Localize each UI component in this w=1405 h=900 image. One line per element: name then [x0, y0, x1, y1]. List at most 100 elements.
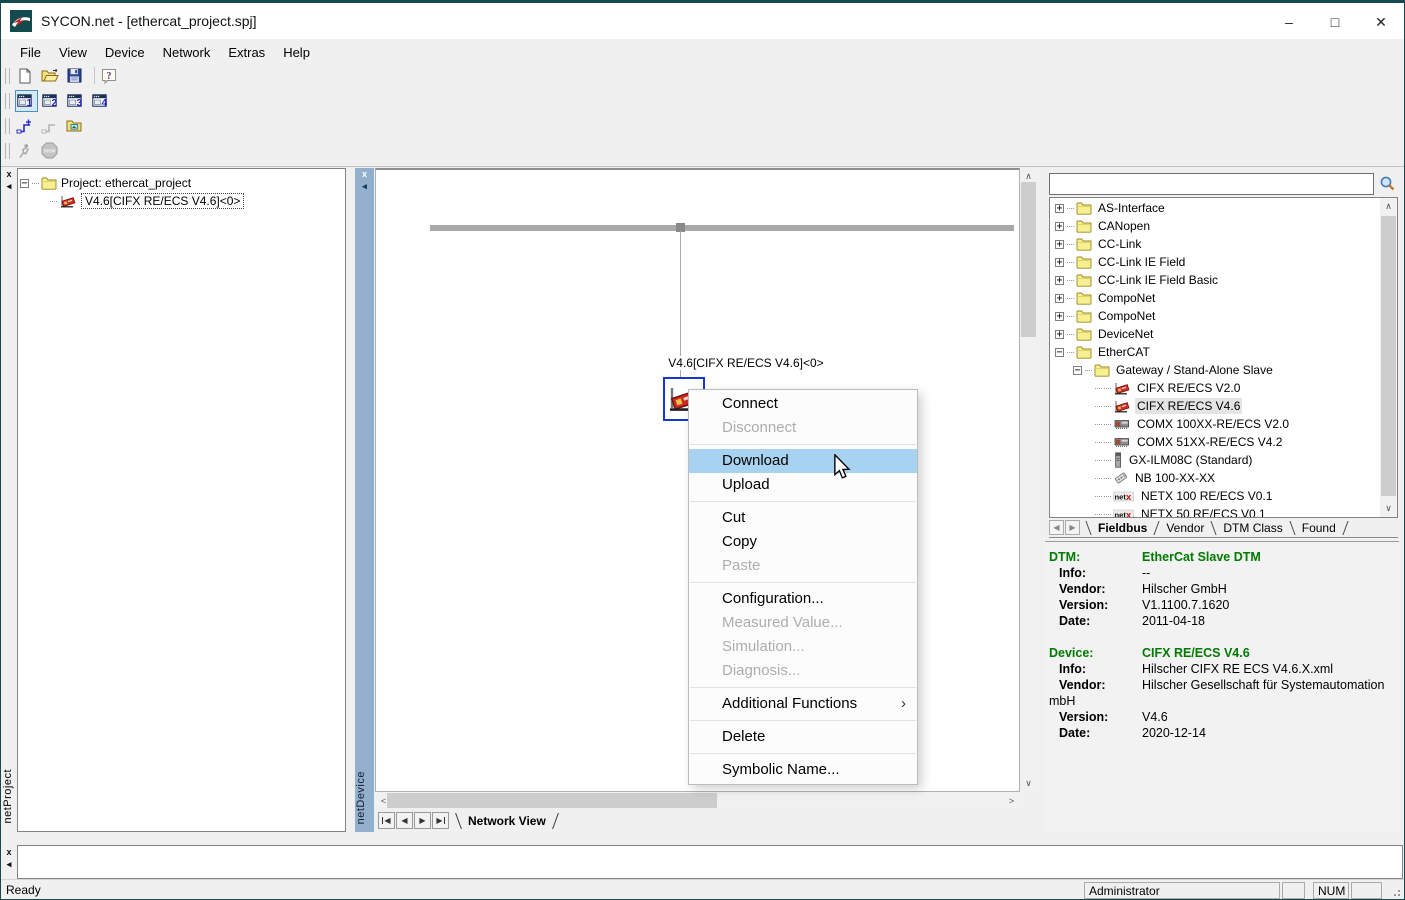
catalog-item-componet[interactable]: +CompoNet: [1050, 307, 1380, 325]
context-menu-download[interactable]: Download: [689, 449, 917, 473]
catalog-scroll-thumb[interactable]: [1381, 216, 1396, 496]
context-menu-additional-functions[interactable]: Additional Functions›: [689, 692, 917, 716]
expand-icon[interactable]: +: [1055, 204, 1064, 213]
catalog-item-devicenet[interactable]: +DeviceNet: [1050, 325, 1380, 343]
comx-module-icon: [1113, 436, 1131, 448]
tab-scroll-right-icon[interactable]: ▶: [1065, 520, 1080, 535]
minimize-button[interactable]: –: [1266, 3, 1312, 41]
catalog-item-comx-100xx-re-ecs-v2-0[interactable]: COMX 100XX-RE/ECS V2.0: [1050, 415, 1380, 433]
stop-debug-button[interactable]: STOP: [40, 140, 63, 162]
new-document-button[interactable]: [15, 65, 38, 87]
info-value: --: [1142, 566, 1150, 580]
catalog-item-netx-50-re-ecs-v0-1[interactable]: netxNETX 50 RE/ECS V0.1: [1050, 505, 1380, 518]
expand-icon[interactable]: +: [1055, 222, 1064, 231]
open-project-button[interactable]: [40, 65, 63, 87]
catalog-item-gateway-stand-alone-slave[interactable]: −Gateway / Stand-Alone Slave: [1050, 361, 1380, 379]
catalog-search-input[interactable]: [1049, 173, 1374, 195]
tab-fieldbus[interactable]: Fieldbus: [1096, 521, 1149, 535]
tree-guide: [1095, 388, 1102, 389]
window-layout-4-button[interactable]: 4: [90, 90, 113, 112]
catalog-item-cc-link-ie-field[interactable]: +CC-Link IE Field: [1050, 253, 1380, 271]
catalog-item-componet[interactable]: +CompoNet: [1050, 289, 1380, 307]
scroll-up-icon[interactable]: ∧: [1380, 198, 1397, 215]
context-menu-symbolic-name-[interactable]: Symbolic Name...: [689, 758, 917, 782]
context-menu-delete[interactable]: Delete: [689, 725, 917, 749]
vscroll-thumb[interactable]: [1021, 182, 1036, 337]
canvas-vscrollbar[interactable]: ∧ ∨: [1020, 168, 1037, 792]
remove-bus-button[interactable]: [40, 115, 63, 137]
catalog-item-label: COMX 51XX-RE/ECS V4.2: [1135, 434, 1284, 450]
output-collapse-icon[interactable]: ◂: [2, 858, 16, 870]
insert-bus-button[interactable]: [15, 115, 38, 137]
catalog-scrollbar[interactable]: ∧ ∨: [1380, 198, 1397, 517]
maximize-button[interactable]: □: [1312, 3, 1358, 41]
netdevice-collapse-icon[interactable]: ◂: [355, 180, 374, 192]
catalog-item-canopen[interactable]: +CANopen: [1050, 217, 1380, 235]
collapse-icon[interactable]: −: [1073, 366, 1082, 375]
catalog-item-nb-100-xx-xx[interactable]: NB 100-XX-XX: [1050, 469, 1380, 487]
catalog-item-as-interface[interactable]: +AS-Interface: [1050, 199, 1380, 217]
catalog-item-comx-51xx-re-ecs-v4-2[interactable]: COMX 51XX-RE/ECS V4.2: [1050, 433, 1380, 451]
tab-found[interactable]: Found: [1300, 521, 1338, 535]
tab-network-view[interactable]: Network View: [468, 814, 546, 828]
tab-vendor[interactable]: Vendor: [1164, 521, 1206, 535]
window-layout-3-button[interactable]: 3: [65, 90, 88, 112]
menu-device[interactable]: Device: [96, 43, 154, 62]
close-button[interactable]: ✕: [1358, 3, 1404, 41]
catalog-item-cifx-re-ecs-v2-0[interactable]: CIFX RE/ECS V2.0: [1050, 379, 1380, 397]
menu-view[interactable]: View: [50, 43, 96, 62]
hscroll-thumb[interactable]: [387, 793, 717, 808]
project-device-row[interactable]: V4.6[CIFX RE/ECS V4.6]<0>: [20, 192, 343, 210]
catalog-item-cc-link-ie-field-basic[interactable]: +CC-Link IE Field Basic: [1050, 271, 1380, 289]
output-close-icon[interactable]: x: [2, 846, 16, 858]
menu-file[interactable]: File: [11, 43, 50, 62]
scroll-down-icon[interactable]: ∨: [1380, 500, 1397, 517]
menu-extras[interactable]: Extras: [219, 43, 274, 62]
tab-dtm-class[interactable]: DTM Class: [1221, 521, 1284, 535]
next-view-button[interactable]: ▶: [414, 812, 431, 829]
save-project-button[interactable]: [65, 65, 88, 87]
catalog-item-cc-link[interactable]: +CC-Link: [1050, 235, 1380, 253]
project-root-row[interactable]: − Project: ethercat_project: [20, 174, 343, 192]
prev-view-button[interactable]: ◀: [396, 812, 413, 829]
help-button[interactable]: ?: [99, 65, 122, 87]
netdevice-close-icon[interactable]: x: [355, 168, 374, 180]
last-view-button[interactable]: ▶: [432, 812, 449, 829]
netproject-collapse-icon[interactable]: ◂: [2, 180, 16, 192]
device-catalog-button[interactable]: [65, 115, 88, 137]
context-menu-connect[interactable]: Connect: [689, 392, 917, 416]
device-context-menu: ConnectDisconnectDownloadUploadCutCopyPa…: [688, 389, 918, 785]
netproject-close-icon[interactable]: x: [2, 168, 16, 180]
catalog-item-ethercat[interactable]: −EtherCAT: [1050, 343, 1380, 361]
resize-grip[interactable]: [1390, 886, 1400, 896]
context-menu-copy[interactable]: Copy: [689, 530, 917, 554]
scroll-down-icon[interactable]: ∨: [1020, 775, 1037, 792]
search-icon[interactable]: [1376, 173, 1398, 195]
catalog-item-netx-100-re-ecs-v0-1[interactable]: netxNETX 100 RE/ECS V0.1: [1050, 487, 1380, 505]
tree-guide: [1104, 514, 1111, 515]
context-menu-upload[interactable]: Upload: [689, 473, 917, 497]
canvas-hscrollbar[interactable]: < >: [375, 792, 1020, 809]
tab-scroll-left-icon[interactable]: ◀: [1049, 520, 1064, 535]
catalog-item-cifx-re-ecs-v4-6[interactable]: CIFX RE/ECS V4.6: [1050, 397, 1380, 415]
start-debug-button[interactable]: [15, 140, 38, 162]
expand-icon[interactable]: +: [1055, 276, 1064, 285]
expand-icon[interactable]: +: [1055, 330, 1064, 339]
project-device-label[interactable]: V4.6[CIFX RE/ECS V4.6]<0>: [81, 193, 244, 209]
catalog-item-gx-ilm08c-standard-[interactable]: GX-ILM08C (Standard): [1050, 451, 1380, 469]
window-layout-1-button[interactable]: 1: [15, 90, 38, 112]
expand-icon[interactable]: +: [1055, 240, 1064, 249]
collapse-icon[interactable]: −: [1055, 348, 1064, 357]
expand-icon[interactable]: +: [1055, 258, 1064, 267]
expand-icon[interactable]: +: [1055, 312, 1064, 321]
first-view-button[interactable]: ◀: [378, 812, 395, 829]
scroll-right-icon[interactable]: >: [1003, 792, 1020, 809]
menu-network[interactable]: Network: [154, 43, 220, 62]
collapse-icon[interactable]: −: [20, 179, 29, 188]
context-menu-configuration-[interactable]: Configuration...: [689, 587, 917, 611]
menu-help[interactable]: Help: [274, 43, 319, 62]
context-menu-cut[interactable]: Cut: [689, 506, 917, 530]
window-layout-2-button[interactable]: 2: [40, 90, 63, 112]
expand-icon[interactable]: +: [1055, 294, 1064, 303]
tree-guide: [1104, 442, 1111, 443]
